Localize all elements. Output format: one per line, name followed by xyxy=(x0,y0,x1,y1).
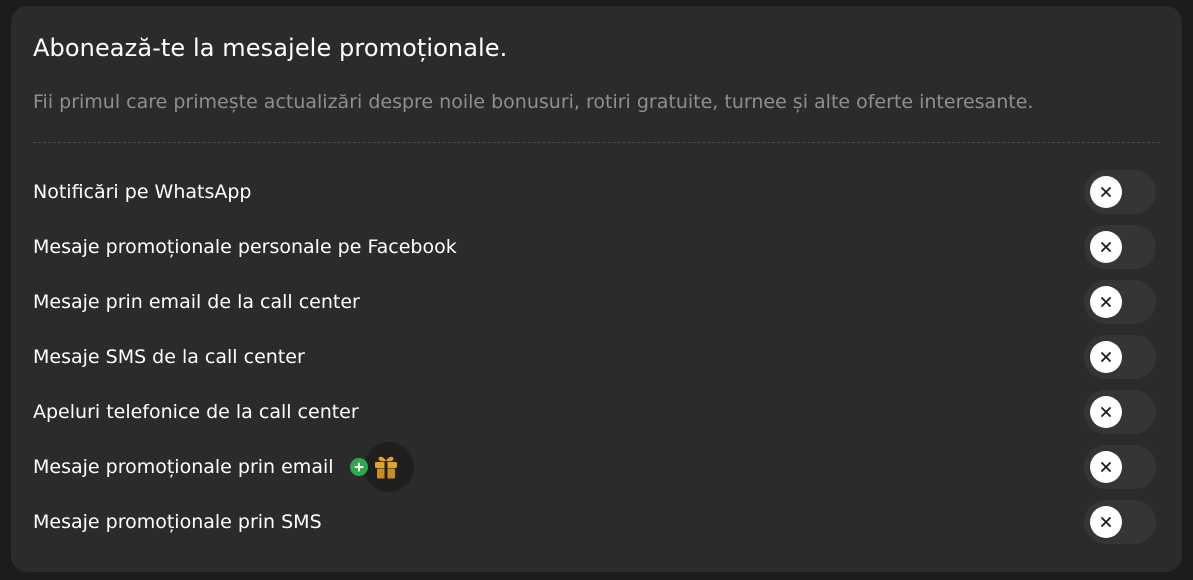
divider xyxy=(33,142,1160,143)
toggle-knob xyxy=(1090,176,1122,208)
callcenter-sms-toggle[interactable] xyxy=(1084,335,1156,379)
setting-row-callcenter-phone: Apeluri telefonice de la call center xyxy=(33,390,1156,434)
promo-sms-toggle[interactable] xyxy=(1084,500,1156,544)
plus-icon xyxy=(349,458,368,476)
facebook-toggle[interactable] xyxy=(1084,225,1156,269)
close-icon xyxy=(1101,242,1111,252)
toggle-knob xyxy=(1090,341,1122,373)
bonus-badge[interactable] xyxy=(349,442,414,492)
setting-label: Notificări pe WhatsApp xyxy=(33,181,252,203)
subscription-card: Abonează-te la mesajele promoționale. Fi… xyxy=(11,6,1182,572)
toggle-knob xyxy=(1090,286,1122,318)
setting-row-facebook: Mesaje promoționale personale pe Faceboo… xyxy=(33,225,1156,269)
promo-email-toggle[interactable] xyxy=(1084,445,1156,489)
setting-row-whatsapp: Notificări pe WhatsApp xyxy=(33,170,1156,214)
setting-label: Mesaje promoționale prin SMS xyxy=(33,511,322,533)
setting-label-with-bonus: Mesaje promoționale prin email xyxy=(33,442,414,492)
setting-row-promo-email: Mesaje promoționale prin email xyxy=(33,442,1156,492)
toggle-knob xyxy=(1090,506,1122,538)
close-icon xyxy=(1101,187,1111,197)
toggle-knob xyxy=(1090,451,1122,483)
setting-label: Mesaje promoționale prin email xyxy=(33,456,334,478)
setting-label: Mesaje prin email de la call center xyxy=(33,291,360,313)
page-subtitle: Fii primul care primește actualizări des… xyxy=(33,91,1034,113)
setting-label: Mesaje SMS de la call center xyxy=(33,346,305,368)
setting-row-callcenter-email: Mesaje prin email de la call center xyxy=(33,280,1156,324)
setting-row-callcenter-sms: Mesaje SMS de la call center xyxy=(33,335,1156,379)
setting-label: Mesaje promoționale personale pe Faceboo… xyxy=(33,236,457,258)
whatsapp-toggle[interactable] xyxy=(1084,170,1156,214)
page-title: Abonează-te la mesajele promoționale. xyxy=(33,34,508,62)
toggle-knob xyxy=(1090,396,1122,428)
close-icon xyxy=(1101,407,1111,417)
callcenter-phone-toggle[interactable] xyxy=(1084,390,1156,434)
setting-row-promo-sms: Mesaje promoționale prin SMS xyxy=(33,500,1156,544)
callcenter-email-toggle[interactable] xyxy=(1084,280,1156,324)
gift-icon xyxy=(374,456,397,479)
close-icon xyxy=(1101,352,1111,362)
close-icon xyxy=(1101,462,1111,472)
toggle-knob xyxy=(1090,231,1122,263)
close-icon xyxy=(1101,297,1111,307)
setting-label: Apeluri telefonice de la call center xyxy=(33,401,359,423)
close-icon xyxy=(1101,517,1111,527)
